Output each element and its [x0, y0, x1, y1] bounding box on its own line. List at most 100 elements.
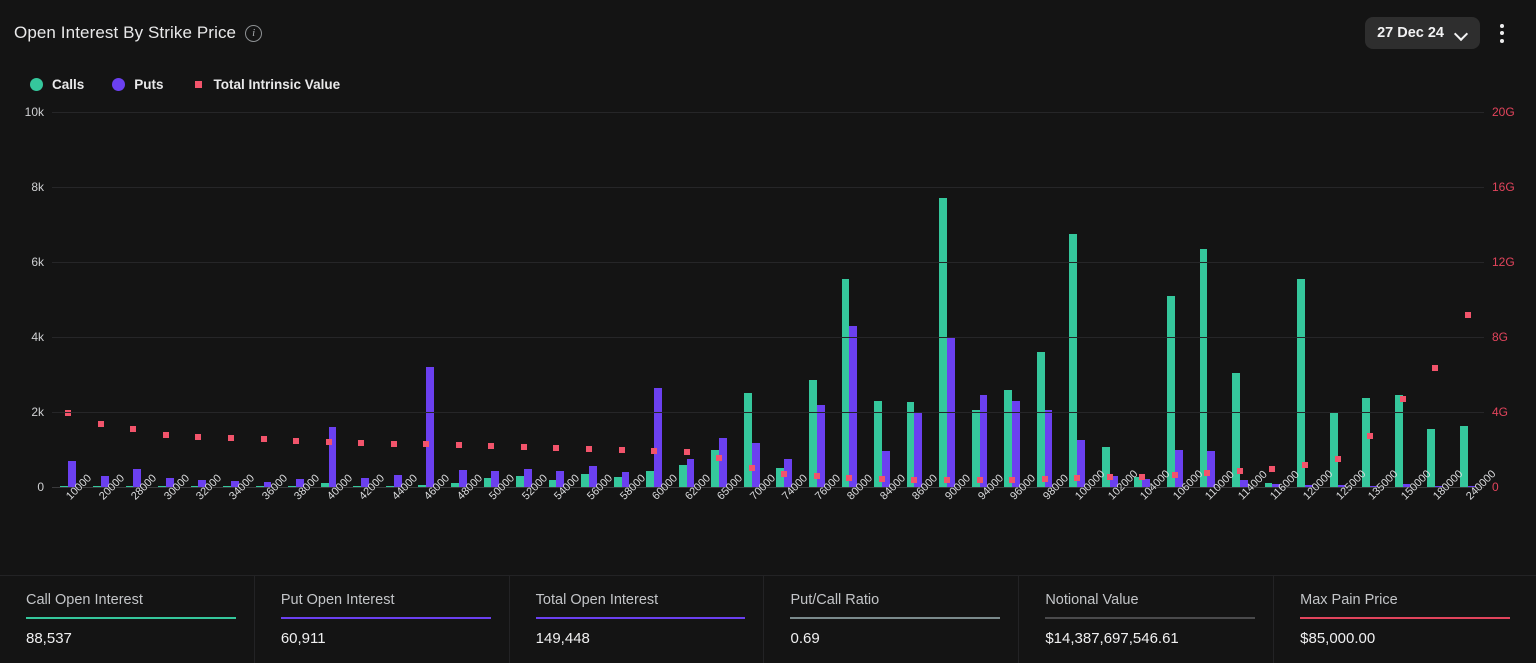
legend-item-puts[interactable]: Puts: [112, 77, 163, 92]
bar-group[interactable]: [215, 112, 248, 487]
put-bar: [980, 395, 988, 487]
bar-group[interactable]: [1028, 112, 1061, 487]
stat-value: 149,448: [536, 630, 746, 647]
bar-group[interactable]: [150, 112, 183, 487]
bar-group[interactable]: [1289, 112, 1322, 487]
stat-underline: [281, 617, 491, 619]
intrinsic-value-point: [684, 449, 690, 455]
y-axis-tick-left: 4k: [0, 330, 44, 344]
bar-group[interactable]: [1126, 112, 1159, 487]
stat-label: Put Open Interest: [281, 592, 491, 608]
expiry-date-selector[interactable]: 27 Dec 24: [1365, 17, 1480, 49]
bar-group[interactable]: [768, 112, 801, 487]
put-bar: [849, 326, 857, 487]
y-axis-tick-left: 10k: [0, 105, 44, 119]
bar-group[interactable]: [1419, 112, 1452, 487]
chart-area: 002k4G4k8G6k12G8k16G10k20G 1000020000280…: [0, 102, 1536, 575]
bar-group[interactable]: [573, 112, 606, 487]
intrinsic-value-point: [1009, 477, 1015, 483]
y-axis-tick-right: 8G: [1492, 330, 1536, 344]
bar-group[interactable]: [931, 112, 964, 487]
call-bar: [614, 477, 622, 487]
intrinsic-value-point: [521, 444, 527, 450]
y-axis-tick-left: 2k: [0, 405, 44, 419]
bar-group[interactable]: [52, 112, 85, 487]
bar-group[interactable]: [1451, 112, 1484, 487]
intrinsic-value-point: [228, 435, 234, 441]
call-bar: [484, 478, 492, 487]
bar-group[interactable]: [1191, 112, 1224, 487]
intrinsic-value-point: [1237, 468, 1243, 474]
bar-group[interactable]: [280, 112, 313, 487]
legend-item-total-intrinsic-value[interactable]: Total Intrinsic Value: [192, 77, 341, 92]
stat-card: Call Open Interest88,537: [0, 576, 255, 663]
intrinsic-value-point: [1432, 365, 1438, 371]
y-axis-tick-right: 20G: [1492, 105, 1536, 119]
stat-value: 0.69: [790, 630, 1000, 647]
stat-card: Max Pain Price$85,000.00: [1274, 576, 1536, 663]
call-bar: [744, 393, 752, 487]
put-bar: [1012, 401, 1020, 487]
bar-group[interactable]: [996, 112, 1029, 487]
bar-group[interactable]: [866, 112, 899, 487]
bar-group[interactable]: [475, 112, 508, 487]
bar-group[interactable]: [345, 112, 378, 487]
gridline: [52, 262, 1484, 263]
bar-group[interactable]: [312, 112, 345, 487]
bar-group[interactable]: [443, 112, 476, 487]
y-axis-tick-right: 0: [1492, 480, 1536, 494]
stat-underline: [790, 617, 1000, 619]
intrinsic-value-point: [130, 426, 136, 432]
call-bar: [939, 198, 947, 487]
bar-group[interactable]: [540, 112, 573, 487]
y-axis-tick-left: 8k: [0, 180, 44, 194]
y-axis-tick-right: 16G: [1492, 180, 1536, 194]
bar-group[interactable]: [963, 112, 996, 487]
call-bar: [1004, 390, 1012, 488]
bar-group[interactable]: [670, 112, 703, 487]
y-axis-tick-right: 4G: [1492, 405, 1536, 419]
bar-group[interactable]: [247, 112, 280, 487]
intrinsic-value-point: [195, 434, 201, 440]
bar-group[interactable]: [1386, 112, 1419, 487]
bar-group[interactable]: [898, 112, 931, 487]
call-bar: [809, 380, 817, 487]
page-title: Open Interest By Strike Price: [14, 23, 236, 43]
intrinsic-value-point: [391, 441, 397, 447]
intrinsic-value-point: [586, 446, 592, 452]
bar-group[interactable]: [85, 112, 118, 487]
bar-group[interactable]: [735, 112, 768, 487]
bar-group[interactable]: [1093, 112, 1126, 487]
intrinsic-value-point: [911, 477, 917, 483]
legend-item-calls[interactable]: Calls: [30, 77, 84, 92]
intrinsic-value-point: [1172, 472, 1178, 478]
intrinsic-value-point: [423, 441, 429, 447]
bar-group[interactable]: [1321, 112, 1354, 487]
gridline: [52, 112, 1484, 113]
bar-group[interactable]: [1354, 112, 1387, 487]
bar-group[interactable]: [703, 112, 736, 487]
call-bar: [1297, 279, 1305, 487]
bar-group[interactable]: [833, 112, 866, 487]
bar-group[interactable]: [508, 112, 541, 487]
stat-value: $85,000.00: [1300, 630, 1510, 647]
bar-group[interactable]: [1061, 112, 1094, 487]
info-icon[interactable]: i: [245, 25, 262, 42]
stat-underline: [26, 617, 236, 619]
bar-group[interactable]: [801, 112, 834, 487]
bar-group[interactable]: [638, 112, 671, 487]
kebab-menu-icon[interactable]: [1488, 18, 1516, 48]
put-bar: [654, 388, 662, 487]
stat-card: Put Open Interest60,911: [255, 576, 510, 663]
intrinsic-value-point: [846, 475, 852, 481]
bar-group[interactable]: [182, 112, 215, 487]
call-bar: [1069, 234, 1077, 487]
bar-group[interactable]: [410, 112, 443, 487]
call-bar: [842, 279, 850, 487]
bar-group[interactable]: [1159, 112, 1192, 487]
bar-group[interactable]: [1224, 112, 1257, 487]
bar-group[interactable]: [605, 112, 638, 487]
bar-group[interactable]: [377, 112, 410, 487]
intrinsic-value-point: [1107, 474, 1113, 480]
bar-group[interactable]: [1256, 112, 1289, 487]
